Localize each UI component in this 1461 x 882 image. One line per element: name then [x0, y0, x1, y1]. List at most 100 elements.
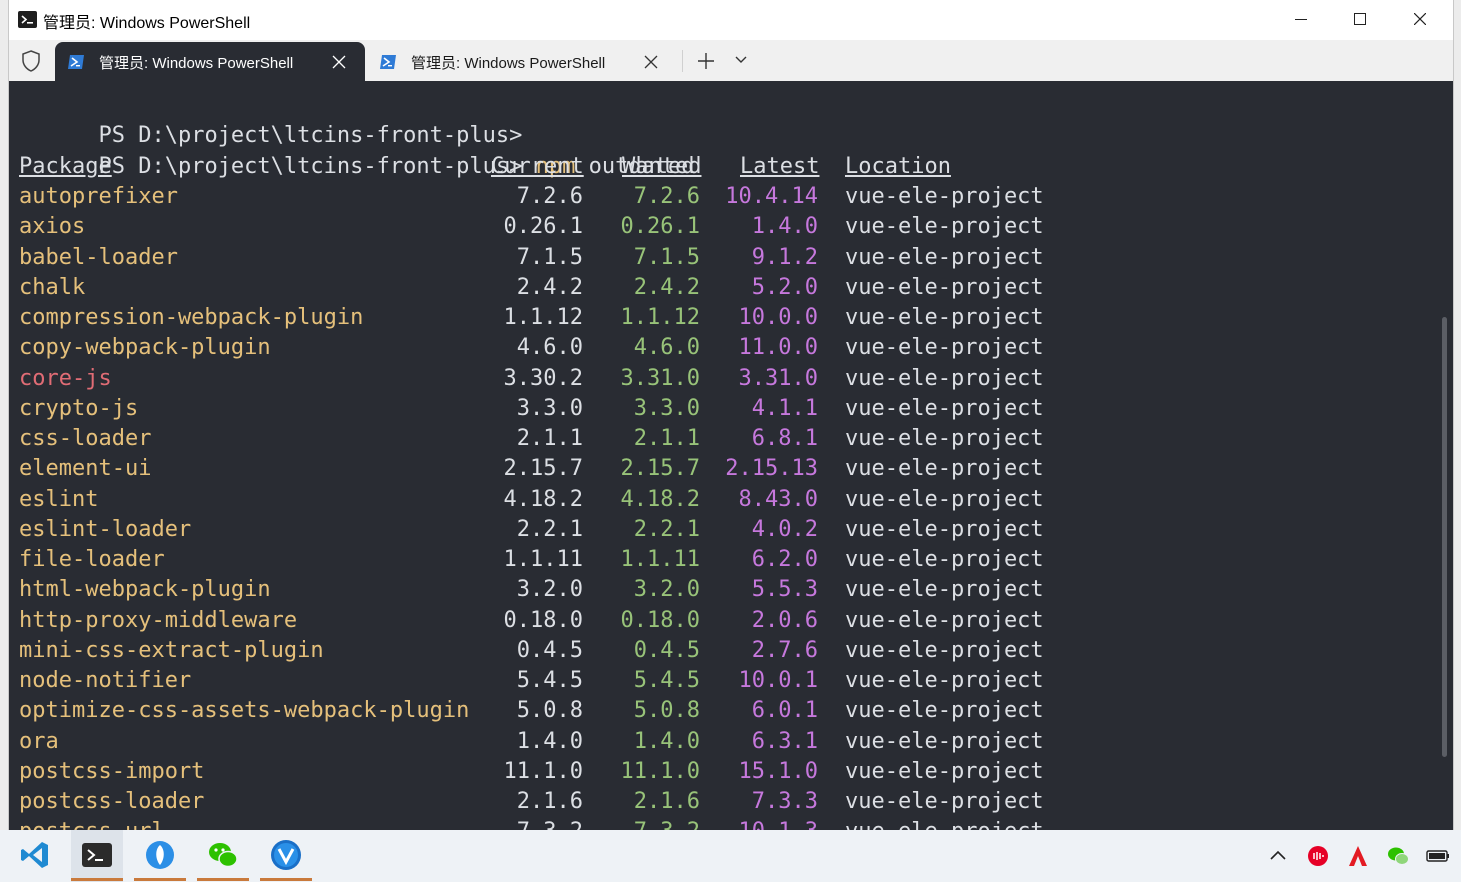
cell-location: vue-ele-project	[845, 365, 1044, 391]
terminal-output[interactable]: PS D:\project\ltcins-front-plus> PS D:\p…	[9, 81, 1453, 830]
cell-location: vue-ele-project	[845, 637, 1044, 663]
tray-battery[interactable]	[1426, 844, 1450, 868]
cell-current: 1.4.0	[516, 728, 583, 754]
cell-package: chalk	[19, 274, 86, 300]
cell-location: vue-ele-project	[845, 547, 1044, 572]
maximize-icon	[1354, 13, 1366, 25]
close-tab-icon[interactable]	[643, 54, 659, 70]
tab-dropdown-button[interactable]	[729, 48, 753, 74]
cell-wanted: 4.18.2	[620, 486, 700, 512]
table-row: chalk 2.4.2 2.4.2 5.2.0 vue-ele-project	[19, 273, 1119, 303]
table-header: Package Current Wanted Latest Location	[19, 152, 1019, 182]
cell-location: vue-ele-project	[845, 789, 1044, 814]
terminal-icon	[82, 843, 112, 867]
tray-wechat[interactable]	[1386, 844, 1410, 868]
cell-latest: 2.15.13	[725, 456, 818, 482]
cell-current: 2.2.1	[516, 516, 583, 542]
shield-icon	[19, 49, 43, 73]
cell-current: 2.1.1	[516, 426, 583, 451]
table-row: html-webpack-plugin 3.2.0 3.2.0 5.5.3 vue-el…	[19, 575, 1119, 605]
cell-package: compression-webpack-plugin	[19, 305, 364, 330]
cell-package: core-js	[19, 365, 112, 391]
table-row: eslint 4.18.2 4.18.2 8.43.0 vue-ele-project	[19, 485, 1119, 515]
minimize-icon	[1295, 19, 1307, 20]
cell-location: vue-ele-project	[845, 214, 1044, 240]
taskbar-app-vscode[interactable]	[9, 830, 61, 882]
cell-current: 4.6.0	[516, 335, 583, 361]
cell-wanted: 1.1.12	[620, 305, 700, 330]
cell-latest: 10.0.0	[738, 305, 818, 330]
cell-package: crypto-js	[19, 395, 139, 421]
netease-music-icon	[1308, 846, 1328, 866]
cell-location: vue-ele-project	[845, 335, 1044, 361]
table-row: babel-loader 7.1.5 7.1.5 9.1.2 vue-ele-proje…	[19, 243, 1119, 273]
cell-latest: 6.3.1	[751, 728, 818, 754]
desktop-background-right	[1452, 0, 1461, 830]
cell-current: 7.1.5	[516, 244, 583, 270]
cell-package: element-ui	[19, 456, 152, 482]
header-latest: Latest	[740, 154, 820, 179]
cell-location: vue-ele-project	[845, 486, 1044, 512]
taskbar-app-wechat[interactable]	[197, 830, 249, 882]
cell-wanted: 3.3.0	[633, 395, 700, 421]
cell-latest: 11.0.0	[738, 335, 818, 361]
title-bar[interactable]: 管理员: Windows PowerShell	[9, 0, 1453, 40]
cell-location: vue-ele-project	[845, 817, 1044, 830]
tray-adobe-acrobat[interactable]	[1346, 844, 1370, 868]
running-indicator	[134, 878, 186, 881]
taskbar-app-v[interactable]	[260, 830, 312, 882]
cell-current: 5.0.8	[516, 698, 583, 724]
cell-current: 3.2.0	[516, 577, 583, 603]
terminal-window: 管理员: Windows PowerShell 管理员: Windows Pow…	[9, 0, 1453, 830]
cell-current: 3.3.0	[516, 395, 583, 421]
table-row: postcss-url 7.3.2 7.3.2 10.1.3 vue-ele-proje…	[19, 817, 1119, 830]
cell-latest: 1.4.0	[751, 214, 818, 240]
cell-package: css-loader	[19, 426, 152, 451]
taskbar-app-terminal[interactable]	[71, 830, 123, 882]
table-row: core-js 3.30.2 3.31.0 3.31.0 vue-ele-project	[19, 364, 1119, 394]
cell-wanted: 2.1.1	[633, 426, 700, 451]
cell-current: 3.30.2	[503, 365, 583, 391]
cell-location: vue-ele-project	[845, 274, 1044, 300]
cell-current: 0.18.0	[503, 607, 583, 633]
cell-package: autoprefixer	[19, 184, 178, 209]
cell-wanted: 5.0.8	[633, 698, 700, 724]
cell-latest: 2.0.6	[751, 607, 818, 633]
taskbar-app-feather[interactable]	[134, 830, 186, 882]
table-row: ora 1.4.0 1.4.0 6.3.1 vue-ele-project	[19, 727, 1119, 757]
cell-location: vue-ele-project	[845, 698, 1044, 724]
cell-wanted: 0.4.5	[633, 637, 700, 663]
tab-powershell-1[interactable]: 管理员: Windows PowerShell	[55, 42, 365, 81]
cell-latest: 7.3.3	[751, 789, 818, 814]
cell-package: postcss-url	[19, 817, 165, 830]
running-indicator	[71, 878, 123, 881]
cell-package: http-proxy-middleware	[19, 607, 298, 633]
cell-latest: 8.43.0	[738, 486, 818, 512]
cell-package: eslint-loader	[19, 516, 192, 542]
cell-latest: 4.1.1	[751, 395, 818, 421]
minimize-button[interactable]	[1271, 0, 1331, 40]
cell-current: 7.2.6	[516, 184, 583, 209]
cell-wanted: 3.2.0	[633, 577, 700, 603]
cell-latest: 10.1.3	[739, 817, 818, 830]
taskbar	[0, 830, 1461, 882]
cell-current: 4.18.2	[503, 486, 583, 512]
tab-powershell-2[interactable]: 管理员: Windows PowerShell	[367, 42, 669, 81]
cell-latest: 3.31.0	[738, 365, 818, 391]
tray-netease-music[interactable]	[1306, 844, 1330, 868]
plus-icon	[698, 53, 714, 69]
window-title: 管理员: Windows PowerShell	[43, 15, 251, 32]
cell-latest: 10.0.1	[738, 668, 818, 693]
scrollbar-thumb[interactable]	[1442, 317, 1447, 757]
close-tab-icon[interactable]	[331, 54, 347, 70]
header-current: Current	[491, 154, 584, 179]
close-window-button[interactable]	[1390, 0, 1450, 40]
cell-latest: 10.4.14	[725, 184, 818, 209]
tray-chevron-up[interactable]	[1266, 844, 1290, 868]
cell-wanted: 7.1.5	[633, 244, 700, 270]
maximize-button[interactable]	[1330, 0, 1390, 40]
cell-package: postcss-loader	[19, 789, 205, 814]
cell-wanted: 0.18.0	[620, 607, 700, 633]
table-row: css-loader 2.1.1 2.1.1 6.8.1 vue-ele-project	[19, 424, 1119, 454]
new-tab-button[interactable]	[691, 48, 721, 74]
